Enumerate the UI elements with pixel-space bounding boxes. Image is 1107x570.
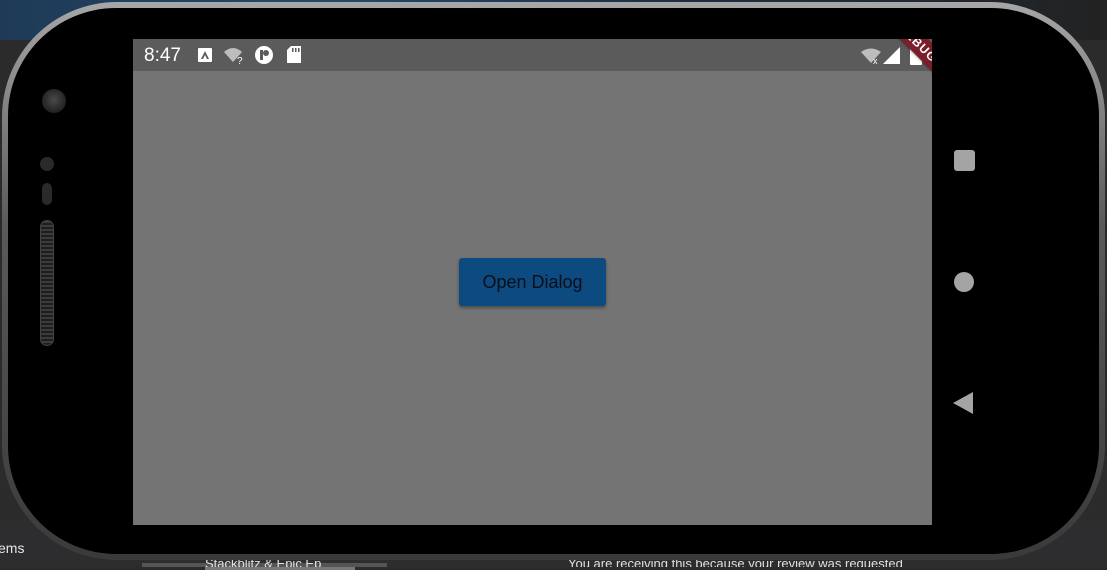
sensor-icon [40, 157, 54, 171]
signal-icon [883, 47, 900, 64]
svg-text:x: x [873, 56, 878, 64]
wifi-off-icon: x [861, 48, 881, 64]
status-bar: 8:47 ? x [133, 39, 932, 71]
status-time: 8:47 [144, 45, 181, 66]
circle-p-icon [255, 46, 273, 64]
open-dialog-button[interactable]: Open Dialog [459, 258, 606, 306]
camera-icon [42, 89, 66, 113]
recents-square-icon[interactable] [954, 150, 975, 171]
speaker-grille [40, 220, 54, 346]
back-triangle-icon[interactable] [953, 392, 973, 414]
device-screen: 8:47 ? x DEBUG Open Dialog [133, 39, 932, 525]
home-circle-icon[interactable] [954, 272, 974, 292]
proximity-sensor-icon [42, 183, 52, 205]
svg-text:?: ? [237, 56, 243, 65]
a-box-icon [198, 48, 212, 62]
wifi-question-icon: ? [224, 48, 243, 65]
desktop-partial-text: ems [0, 540, 25, 556]
sd-card-icon [287, 46, 301, 63]
